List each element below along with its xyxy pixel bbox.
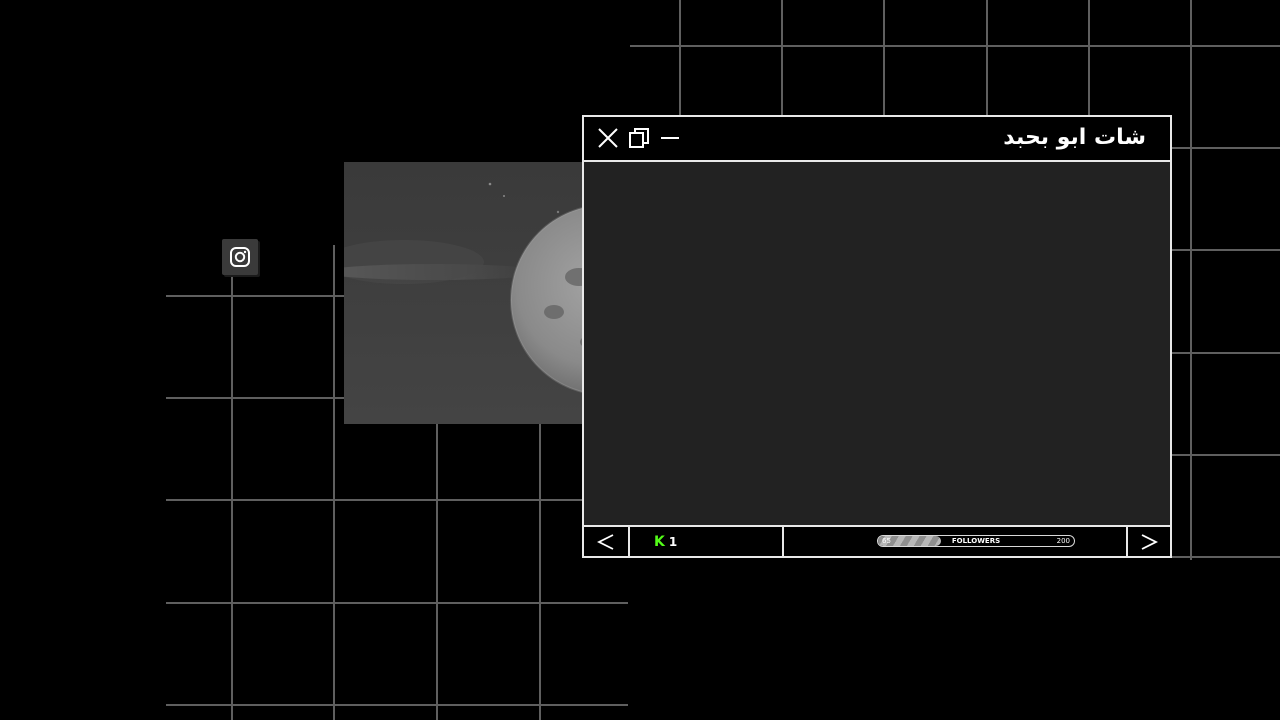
followers-goal: 200 [1056,537,1070,545]
chevron-right-icon [1141,533,1158,550]
footer-bar: K 1 65 FOLLOWERS 200 [584,525,1170,556]
kick-count: 1 [668,534,678,549]
kick-icon: K [654,533,665,550]
followers-section: 65 FOLLOWERS 200 [784,527,1130,556]
close-icon[interactable] [595,125,621,151]
kick-counter: K 1 [630,527,784,556]
minimize-icon[interactable] [657,125,683,151]
restore-icon[interactable] [626,125,652,151]
next-button[interactable] [1126,527,1170,556]
window-title: شات ابو بحبد [1003,125,1146,150]
followers-progress-bar: 65 FOLLOWERS 200 [877,535,1075,547]
chat-content-area[interactable] [584,162,1170,529]
chat-window: شات ابو بحبد K 1 65 FOLLOWERS 200 [582,115,1172,558]
chevron-left-icon [597,533,614,550]
title-bar: شات ابو بحبد [584,117,1170,162]
prev-button[interactable] [584,527,630,556]
instagram-icon[interactable] [222,239,258,275]
followers-label: FOLLOWERS [951,537,1001,545]
